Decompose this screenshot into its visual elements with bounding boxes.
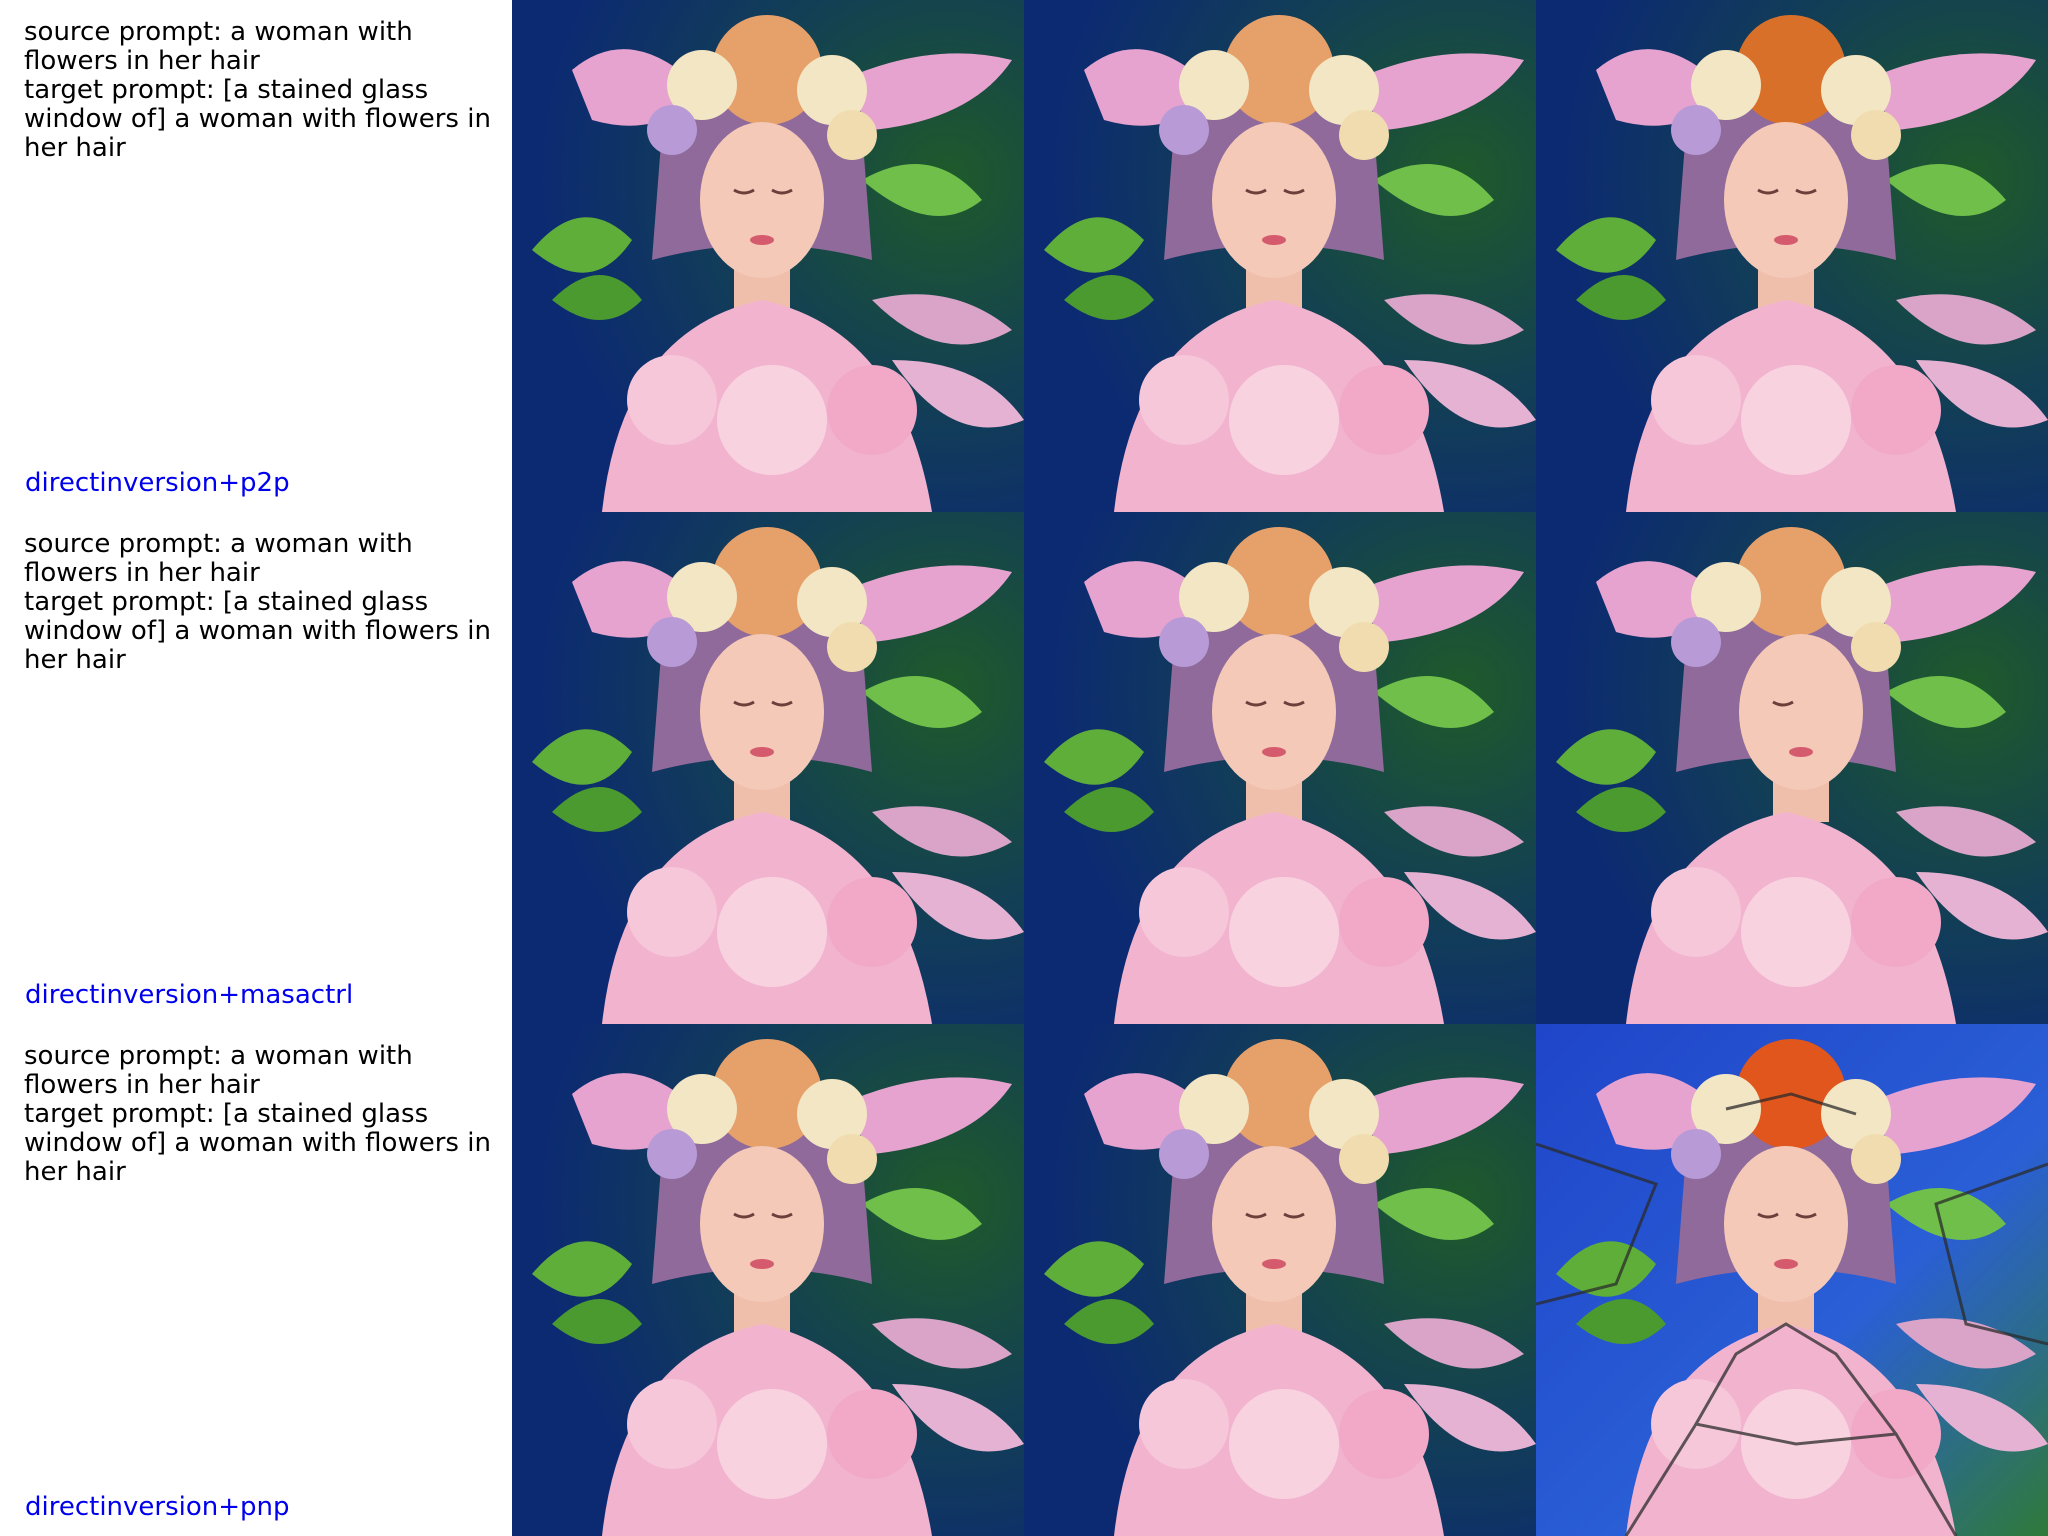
portrait-illustration xyxy=(1536,512,2048,1024)
portrait-illustration xyxy=(1536,1024,2048,1536)
row-label-cell: source prompt: a woman with flowers in h… xyxy=(0,0,512,512)
target-prompt: target prompt: [a stained glass window o… xyxy=(24,587,491,675)
method-label: directinversion+p2p xyxy=(25,468,290,498)
portrait-illustration xyxy=(1536,0,2048,512)
source-prompt: source prompt: a woman with flowers in h… xyxy=(24,529,413,588)
reconstruction-image xyxy=(1024,512,1536,1024)
source-prompt: source prompt: a woman with flowers in h… xyxy=(24,17,413,76)
prompt-block: source prompt: a woman with flowers in h… xyxy=(24,530,502,675)
source-image xyxy=(512,1024,1024,1536)
portrait-illustration xyxy=(1024,0,1536,512)
reconstruction-image xyxy=(1024,0,1536,512)
portrait-illustration xyxy=(512,1024,1024,1536)
reconstruction-image xyxy=(1024,1024,1536,1536)
prompt-block: source prompt: a woman with flowers in h… xyxy=(24,1042,502,1187)
portrait-illustration xyxy=(1024,512,1536,1024)
target-prompt: target prompt: [a stained glass window o… xyxy=(24,1099,491,1187)
source-image xyxy=(512,0,1024,512)
edited-image xyxy=(1536,0,2048,512)
target-prompt: target prompt: [a stained glass window o… xyxy=(24,75,491,163)
prompt-block: source prompt: a woman with flowers in h… xyxy=(24,18,502,163)
method-label: directinversion+masactrl xyxy=(25,980,354,1010)
portrait-illustration xyxy=(512,0,1024,512)
row-label-cell: source prompt: a woman with flowers in h… xyxy=(0,1024,512,1536)
method-label: directinversion+pnp xyxy=(25,1492,290,1522)
comparison-grid: source prompt: a woman with flowers in h… xyxy=(0,0,2048,1536)
row-label-cell: source prompt: a woman with flowers in h… xyxy=(0,512,512,1024)
portrait-illustration xyxy=(512,512,1024,1024)
edited-image xyxy=(1536,512,2048,1024)
source-image xyxy=(512,512,1024,1024)
edited-image xyxy=(1536,1024,2048,1536)
source-prompt: source prompt: a woman with flowers in h… xyxy=(24,1041,413,1100)
portrait-illustration xyxy=(1024,1024,1536,1536)
